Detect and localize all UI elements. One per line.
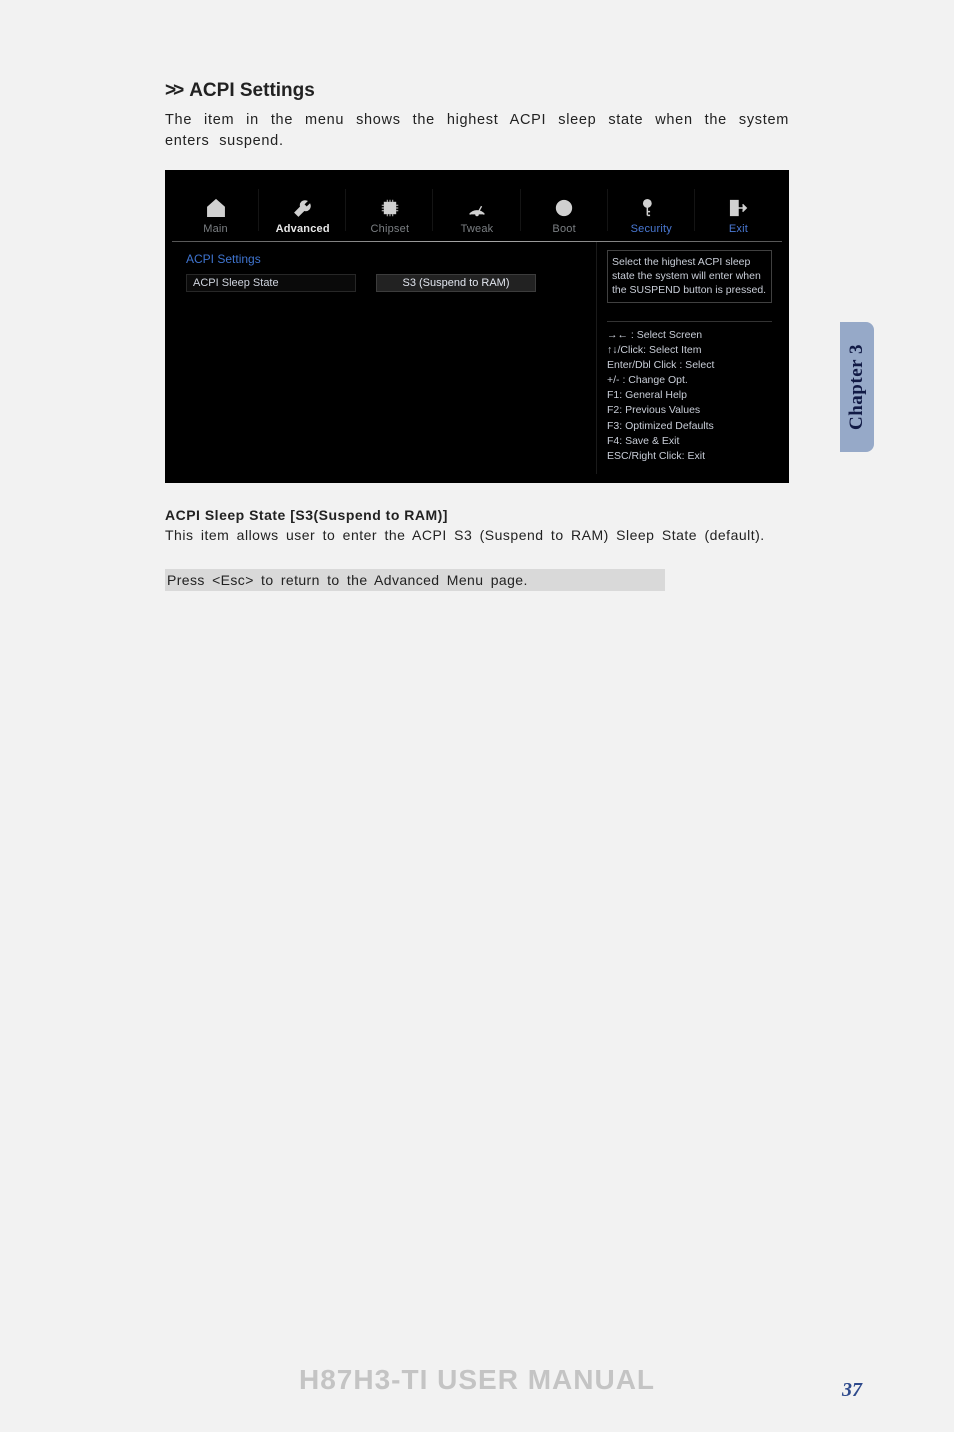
bios-key-line: →← : Select Screen — [607, 328, 772, 342]
bios-screenshot: Main Advanced Chipset — [165, 170, 789, 483]
tab-tweak[interactable]: Tweak — [433, 179, 520, 241]
tab-main[interactable]: Main — [172, 179, 259, 241]
bios-option-value[interactable]: S3 (Suspend to RAM) — [376, 274, 536, 292]
tab-label: Security — [631, 223, 672, 235]
chevron-icon: >> — [165, 80, 181, 102]
bios-key-line: ESC/Right Click: Exit — [607, 449, 772, 463]
bios-option-label[interactable]: ACPI Sleep State — [186, 274, 356, 292]
tab-label: Chipset — [371, 223, 410, 235]
bios-key-line: F2: Previous Values — [607, 403, 772, 417]
tab-label: Tweak — [461, 223, 494, 235]
tab-boot[interactable]: Boot — [521, 179, 608, 241]
footer-title: H87H3-TI USER MANUAL — [0, 1364, 954, 1396]
wrench-icon — [292, 197, 314, 219]
bios-key-line: Enter/Dbl Click : Select — [607, 358, 772, 372]
bios-key-line: F4: Save & Exit — [607, 434, 772, 448]
chapter-side-tab: Chapter 3 — [840, 322, 874, 452]
bios-key-line: F3: Optimized Defaults — [607, 419, 772, 433]
chip-icon — [379, 197, 401, 219]
section-title: ACPI Settings — [189, 80, 315, 102]
page-number: 37 — [842, 1379, 862, 1402]
bios-help-panel: Select the highest ACPI sleep state the … — [596, 242, 782, 474]
tab-exit[interactable]: Exit — [695, 179, 782, 241]
bios-key-line: ↑↓/Click: Select Item — [607, 343, 772, 357]
chapter-label: Chapter 3 — [846, 344, 868, 430]
home-icon — [205, 197, 227, 219]
tab-label: Exit — [729, 223, 748, 235]
tab-security[interactable]: Security — [608, 179, 695, 241]
tab-label: Boot — [552, 223, 575, 235]
tab-advanced[interactable]: Advanced — [259, 179, 346, 241]
item-desc: This item allows user to enter the ACPI … — [165, 527, 789, 543]
bios-key-line: F1: General Help — [607, 388, 772, 402]
power-icon — [553, 197, 575, 219]
bios-tabbar: Main Advanced Chipset — [172, 179, 782, 241]
gauge-icon — [466, 197, 488, 219]
tab-chipset[interactable]: Chipset — [346, 179, 433, 241]
key-icon — [640, 197, 662, 219]
footer: H87H3-TI USER MANUAL — [0, 1364, 954, 1396]
section-desc: The item in the menu shows the highest A… — [165, 110, 789, 152]
bios-left-panel: ACPI Settings ACPI Sleep State S3 (Suspe… — [172, 242, 596, 474]
tab-label: Advanced — [276, 223, 330, 235]
bios-help-text: Select the highest ACPI sleep state the … — [607, 250, 772, 303]
section-heading: >> ACPI Settings — [165, 80, 789, 102]
item-heading: ACPI Sleep State [S3(Suspend to RAM)] — [165, 507, 789, 523]
exit-icon — [727, 197, 749, 219]
tab-label: Main — [203, 223, 228, 235]
bios-group-title: ACPI Settings — [186, 252, 586, 266]
esc-note: Press <Esc> to return to the Advanced Me… — [165, 569, 665, 591]
bios-key-line: +/- : Change Opt. — [607, 373, 772, 387]
bios-key-help: →← : Select Screen ↑↓/Click: Select Item… — [607, 321, 772, 464]
